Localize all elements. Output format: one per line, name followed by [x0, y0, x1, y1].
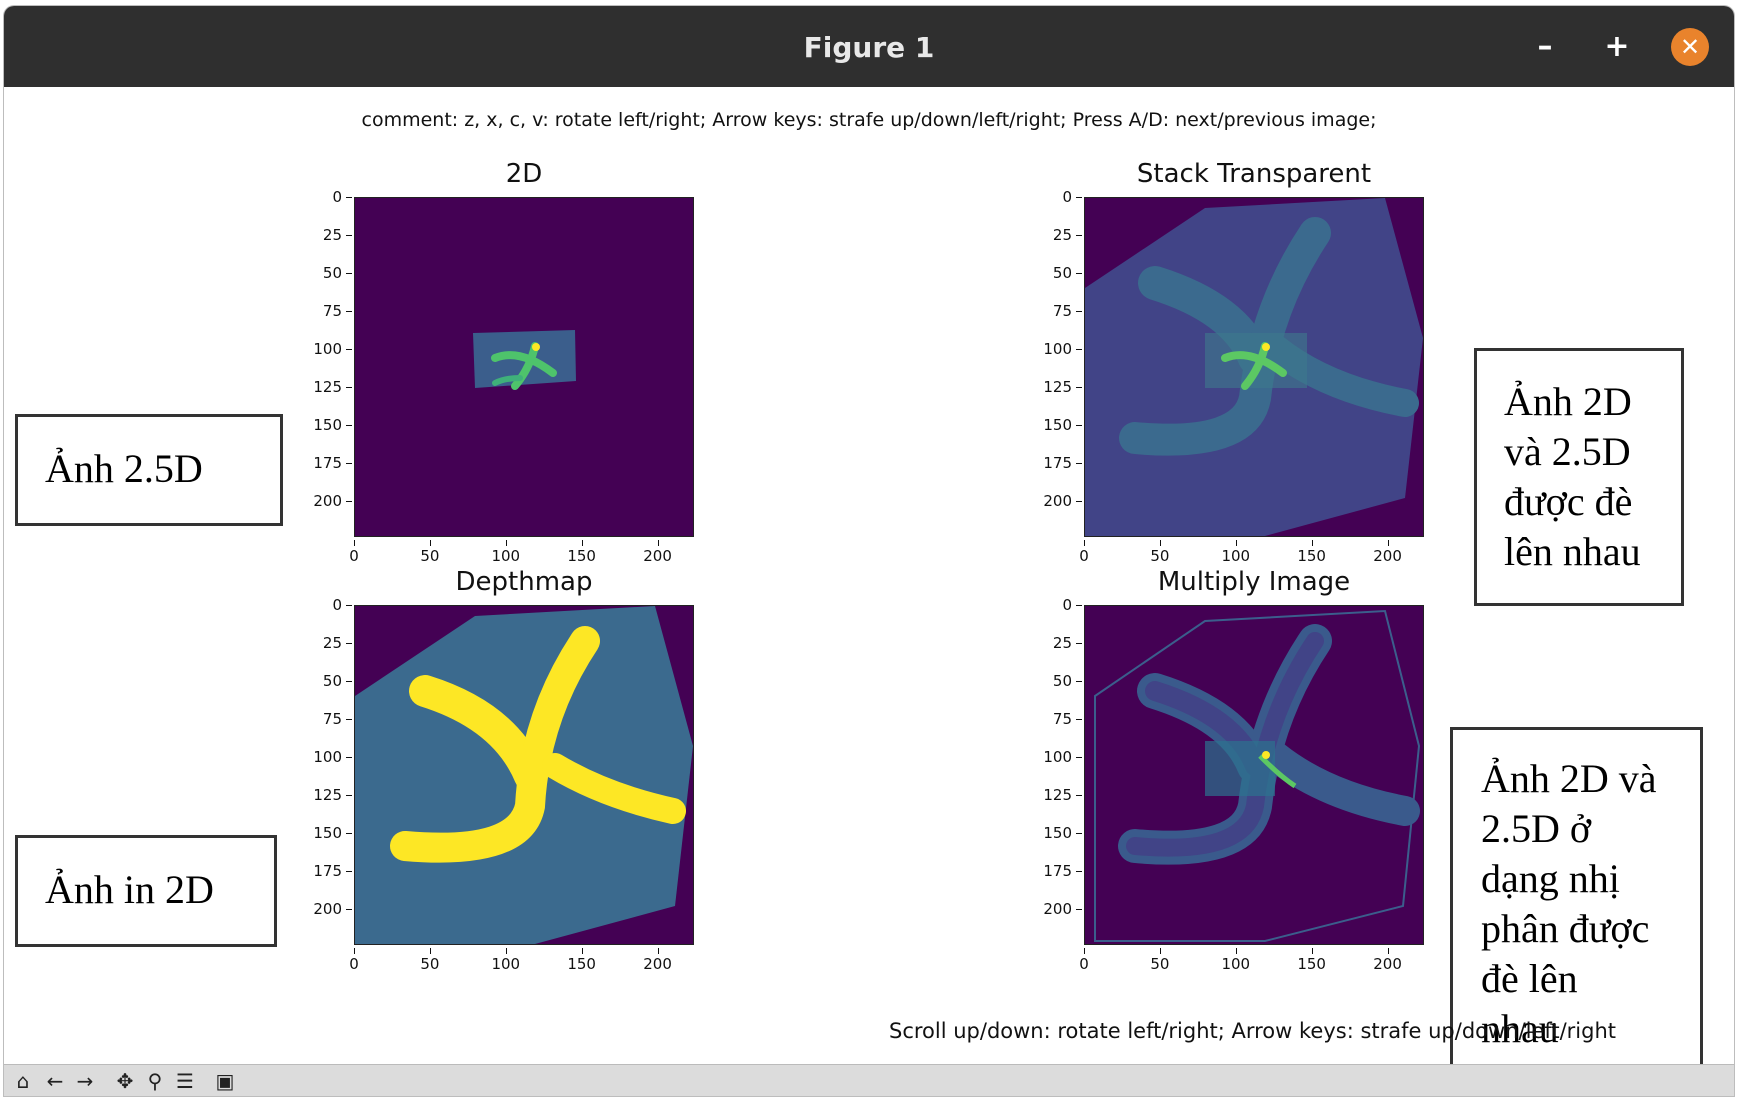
back-icon[interactable]: ←	[42, 1069, 68, 1093]
y-tick-label: 0	[1032, 188, 1082, 206]
y-tick-label: 0	[1032, 596, 1082, 614]
y-tick-label: 75	[302, 710, 352, 728]
y-tick-label: 25	[1032, 634, 1082, 652]
x-tick-label: 150	[1292, 948, 1332, 973]
panel-title-stack-transparent: Stack Transparent	[1136, 159, 1372, 189]
y-tick-label: 125	[1032, 786, 1082, 804]
x-tick-label: 0	[1064, 948, 1104, 973]
plot-2d[interactable]	[354, 197, 694, 537]
maximize-button[interactable]: +	[1598, 28, 1636, 66]
y-tick-label: 125	[1032, 378, 1082, 396]
y-tick-label: 50	[302, 264, 352, 282]
configure-subplots-icon[interactable]: ☰	[172, 1069, 198, 1093]
y-tick-label: 150	[302, 824, 352, 842]
y-tick-label: 25	[302, 226, 352, 244]
y-tick-label: 150	[1032, 824, 1082, 842]
home-icon[interactable]: ⌂	[10, 1069, 36, 1093]
y-tick-label: 50	[1032, 264, 1082, 282]
x-tick-label: 100	[486, 948, 526, 973]
panel-title-2d: 2D	[505, 159, 543, 189]
x-tick-label: 100	[1216, 540, 1256, 565]
annotation-text: Ảnh 2D và 2.5D ở dạng nhị phân được đè l…	[1481, 756, 1657, 1051]
navigation-toolbar: ⌂ ← → ✥ ⚲ ☰ ▣	[4, 1064, 1734, 1096]
x-tick-label: 200	[638, 948, 678, 973]
zoom-icon[interactable]: ⚲	[142, 1069, 168, 1093]
y-tick-label: 200	[1032, 900, 1082, 918]
figure-window: Figure 1 – + ✕ comment: z, x, c, v: rota…	[4, 6, 1734, 1096]
figure-canvas[interactable]: comment: z, x, c, v: rotate left/right; …	[4, 87, 1734, 1084]
x-tick-label: 50	[410, 540, 450, 565]
y-tick-label: 50	[302, 672, 352, 690]
x-tick-label: 50	[1140, 540, 1180, 565]
forward-icon[interactable]: →	[72, 1069, 98, 1093]
y-tick-label: 200	[302, 492, 352, 510]
title-bar[interactable]: Figure 1 – + ✕	[4, 6, 1734, 87]
window-title: Figure 1	[803, 31, 935, 64]
image-2d	[355, 198, 693, 536]
x-tick-label: 0	[1064, 540, 1104, 565]
x-tick-label: 50	[1140, 948, 1180, 973]
y-tick-label: 175	[302, 862, 352, 880]
pan-icon[interactable]: ✥	[112, 1069, 138, 1093]
y-tick-label: 175	[302, 454, 352, 472]
image-multiply	[1085, 606, 1423, 944]
x-tick-label: 100	[1216, 948, 1256, 973]
y-tick-label: 100	[1032, 340, 1082, 358]
x-tick-label: 200	[1368, 540, 1408, 565]
y-tick-label: 100	[302, 748, 352, 766]
plot-depthmap[interactable]	[354, 605, 694, 945]
y-tick-label: 0	[302, 596, 352, 614]
y-tick-label: 150	[302, 416, 352, 434]
x-tick-label: 0	[334, 540, 374, 565]
y-tick-label: 75	[1032, 710, 1082, 728]
annotation-text: Ảnh in 2D	[45, 867, 214, 912]
plot-stack-transparent[interactable]	[1084, 197, 1424, 537]
y-tick-label: 0	[302, 188, 352, 206]
y-tick-label: 200	[302, 900, 352, 918]
y-tick-label: 100	[302, 340, 352, 358]
x-tick-label: 150	[1292, 540, 1332, 565]
panel-title-multiply-image: Multiply Image	[1157, 567, 1351, 597]
x-tick-label: 150	[562, 948, 602, 973]
bottom-comment: Scroll up/down: rotate left/right; Arrow…	[889, 1019, 1617, 1043]
plot-multiply-image[interactable]	[1084, 605, 1424, 945]
save-icon[interactable]: ▣	[212, 1069, 238, 1093]
annotation-text: Ảnh 2D và 2.5D được đè lên nhau	[1504, 379, 1641, 574]
close-button[interactable]: ✕	[1671, 28, 1709, 66]
top-comment: comment: z, x, c, v: rotate left/right; …	[361, 109, 1377, 131]
y-tick-label: 75	[1032, 302, 1082, 320]
image-stack-transparent	[1085, 198, 1423, 536]
y-tick-label: 75	[302, 302, 352, 320]
x-tick-label: 200	[1368, 948, 1408, 973]
y-tick-label: 125	[302, 786, 352, 804]
x-tick-label: 0	[334, 948, 374, 973]
annotation-box-in-2d: Ảnh in 2D	[15, 835, 277, 947]
panel-title-depthmap: Depthmap	[455, 567, 593, 597]
y-tick-label: 125	[302, 378, 352, 396]
image-depthmap	[355, 606, 693, 944]
y-tick-label: 25	[1032, 226, 1082, 244]
y-tick-label: 25	[302, 634, 352, 652]
y-tick-label: 175	[1032, 454, 1082, 472]
y-tick-label: 50	[1032, 672, 1082, 690]
annotation-box-2-5d: Ảnh 2.5D	[15, 414, 283, 526]
x-tick-label: 100	[486, 540, 526, 565]
y-tick-label: 150	[1032, 416, 1082, 434]
x-tick-label: 150	[562, 540, 602, 565]
annotation-box-stacked: Ảnh 2D và 2.5D được đè lên nhau	[1474, 348, 1684, 606]
y-tick-label: 200	[1032, 492, 1082, 510]
annotation-text: Ảnh 2.5D	[45, 446, 203, 491]
y-tick-label: 100	[1032, 748, 1082, 766]
y-tick-label: 175	[1032, 862, 1082, 880]
x-tick-label: 50	[410, 948, 450, 973]
minimize-button[interactable]: –	[1526, 28, 1564, 66]
x-tick-label: 200	[638, 540, 678, 565]
